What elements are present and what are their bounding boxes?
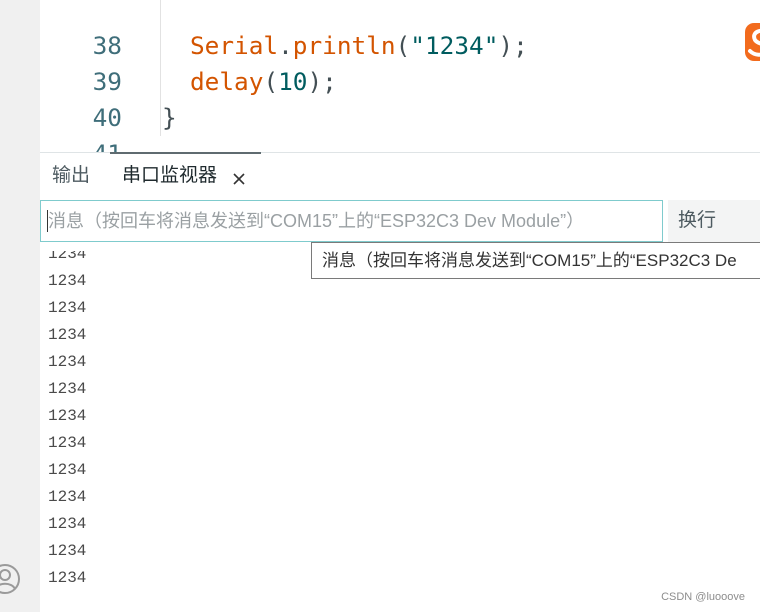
tab-serial-monitor-label: 串口监视器 — [122, 165, 218, 186]
output-line: 1234 — [48, 380, 87, 398]
code-line-40[interactable]: 40 delay(10); — [40, 64, 760, 132]
output-list: 1234 1234 1234 1234 1234 1234 1234 1234 … — [40, 251, 760, 592]
code-token-close: ); — [307, 67, 337, 96]
code-token-close-brace: } — [162, 103, 177, 132]
message-input[interactable] — [40, 200, 663, 242]
output-line: 1234 — [48, 326, 87, 344]
code-token-close: ); — [498, 31, 528, 60]
tab-serial-monitor[interactable]: 串口监视器 — [110, 153, 261, 200]
tab-output-label: 输出 — [52, 165, 91, 186]
sogou-ime-icon[interactable] — [744, 22, 760, 62]
watermark: CSDN @luooove — [661, 591, 745, 603]
output-line: 1234 — [48, 353, 87, 371]
output-line: 1234 — [48, 434, 87, 452]
code-line-38[interactable]: 38 — [40, 0, 760, 60]
code-line-39[interactable]: 39 Serial.println("1234"); — [40, 28, 760, 96]
code-token-open-paren: ( — [263, 67, 279, 96]
code-editor[interactable]: 38 39 Serial.println("1234"); 40 delay(1… — [40, 0, 760, 152]
code-text: Serial.println("1234"); — [190, 28, 528, 64]
output-line: 1234 — [48, 407, 87, 425]
output-line: 1234 — [48, 488, 87, 506]
code-token-string: "1234" — [410, 31, 499, 60]
output-line: 1234 — [48, 461, 87, 479]
text-caret — [47, 210, 48, 232]
serial-output[interactable]: 1234 1234 1234 1234 1234 1234 1234 1234 … — [40, 251, 760, 612]
code-text: delay(10); — [190, 64, 337, 100]
line-ending-select[interactable]: 换行 — [668, 200, 760, 242]
code-line-41[interactable]: 41 } — [40, 100, 760, 152]
code-token-object: Serial — [190, 31, 279, 60]
code-text: } — [162, 100, 177, 136]
line-number: 41 — [40, 136, 122, 152]
close-icon[interactable] — [232, 172, 246, 186]
code-token-number: 10 — [278, 67, 308, 96]
output-line: 1234 — [48, 515, 87, 533]
output-line: 1234 — [48, 299, 87, 317]
activity-bar — [0, 0, 40, 612]
code-token-function: delay — [190, 67, 264, 96]
output-line: 1234 — [48, 542, 87, 560]
account-icon[interactable] — [0, 563, 22, 595]
code-token-open-paren: ( — [395, 31, 411, 60]
code-token-dot: . — [278, 31, 293, 60]
code-token-method: println — [292, 31, 396, 60]
tab-output[interactable]: 输出 — [40, 153, 110, 200]
output-line: 1234 — [48, 569, 87, 587]
message-input-tooltip: 消息（按回车将消息发送到“COM15”上的“ESP32C3 De — [311, 242, 760, 279]
